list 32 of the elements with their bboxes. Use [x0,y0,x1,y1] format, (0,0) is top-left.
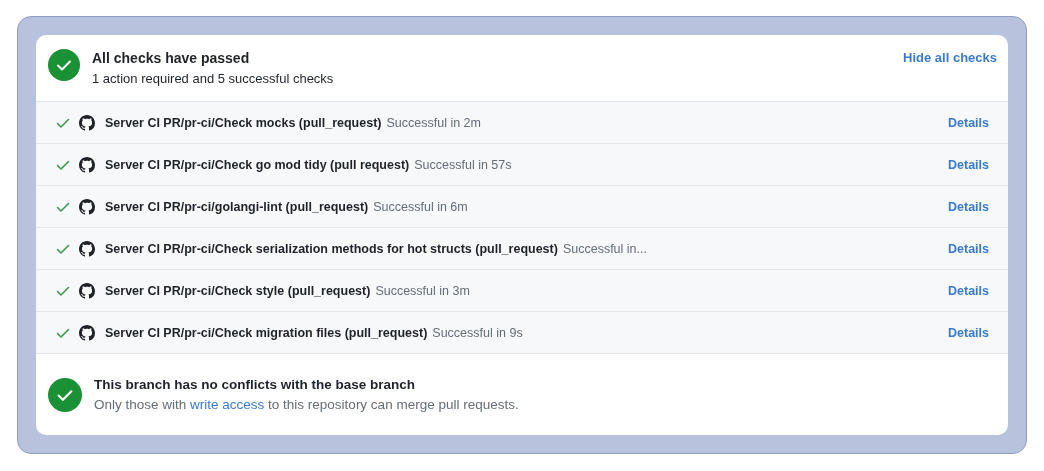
check-name: Server CI PR/pr-ci/Check go mod tidy (pull request) [105,157,410,172]
github-logo-icon [79,282,95,299]
check-status: Successful in 3m [375,283,471,298]
check-status: Successful in 2m [386,115,482,130]
check-name: Server CI PR/pr-ci/Check mocks (pull_request) [105,115,382,130]
write-access-link[interactable]: write access [190,397,265,412]
success-check-icon [48,49,80,81]
check-status: Successful in... [562,241,648,256]
github-logo-icon [79,240,95,257]
check-status: Successful in 57s [414,157,513,172]
hide-checks-link[interactable]: Hide all checks [903,50,997,65]
github-logo-icon [79,324,95,341]
check-name: Server CI PR/pr-ci/golangi-lint (pull_request) [105,199,369,214]
details-link[interactable]: Details [948,283,989,298]
check-status: Successful in 6m [373,199,469,214]
check-name: Server CI PR/pr-ci/Check migration files (pull_request) [105,325,428,340]
details-link[interactable]: Details [948,241,989,256]
github-logo-icon [79,114,95,131]
merge-permission-text: Only those with write access to this repository can merge pull requests. [94,397,520,412]
details-link[interactable]: Details [948,157,989,172]
check-status: Successful in 9s [432,325,524,340]
merge-status-title: This branch has no conflicts with the base branch [94,377,417,392]
summary-title: All checks have passed [92,50,251,66]
details-link[interactable]: Details [948,325,989,340]
github-logo-icon [79,198,95,215]
check-name: Server CI PR/pr-ci/Check style (pull_request) [105,283,371,298]
check-name: Server CI PR/pr-ci/Check serialization methods for hot structs (pull_request) [105,241,558,256]
github-logo-icon [79,156,95,173]
summary-subtitle: 1 action required and 5 successful checks [92,71,335,86]
success-check-icon [48,377,82,412]
details-link[interactable]: Details [948,199,989,214]
details-link[interactable]: Details [948,115,989,130]
